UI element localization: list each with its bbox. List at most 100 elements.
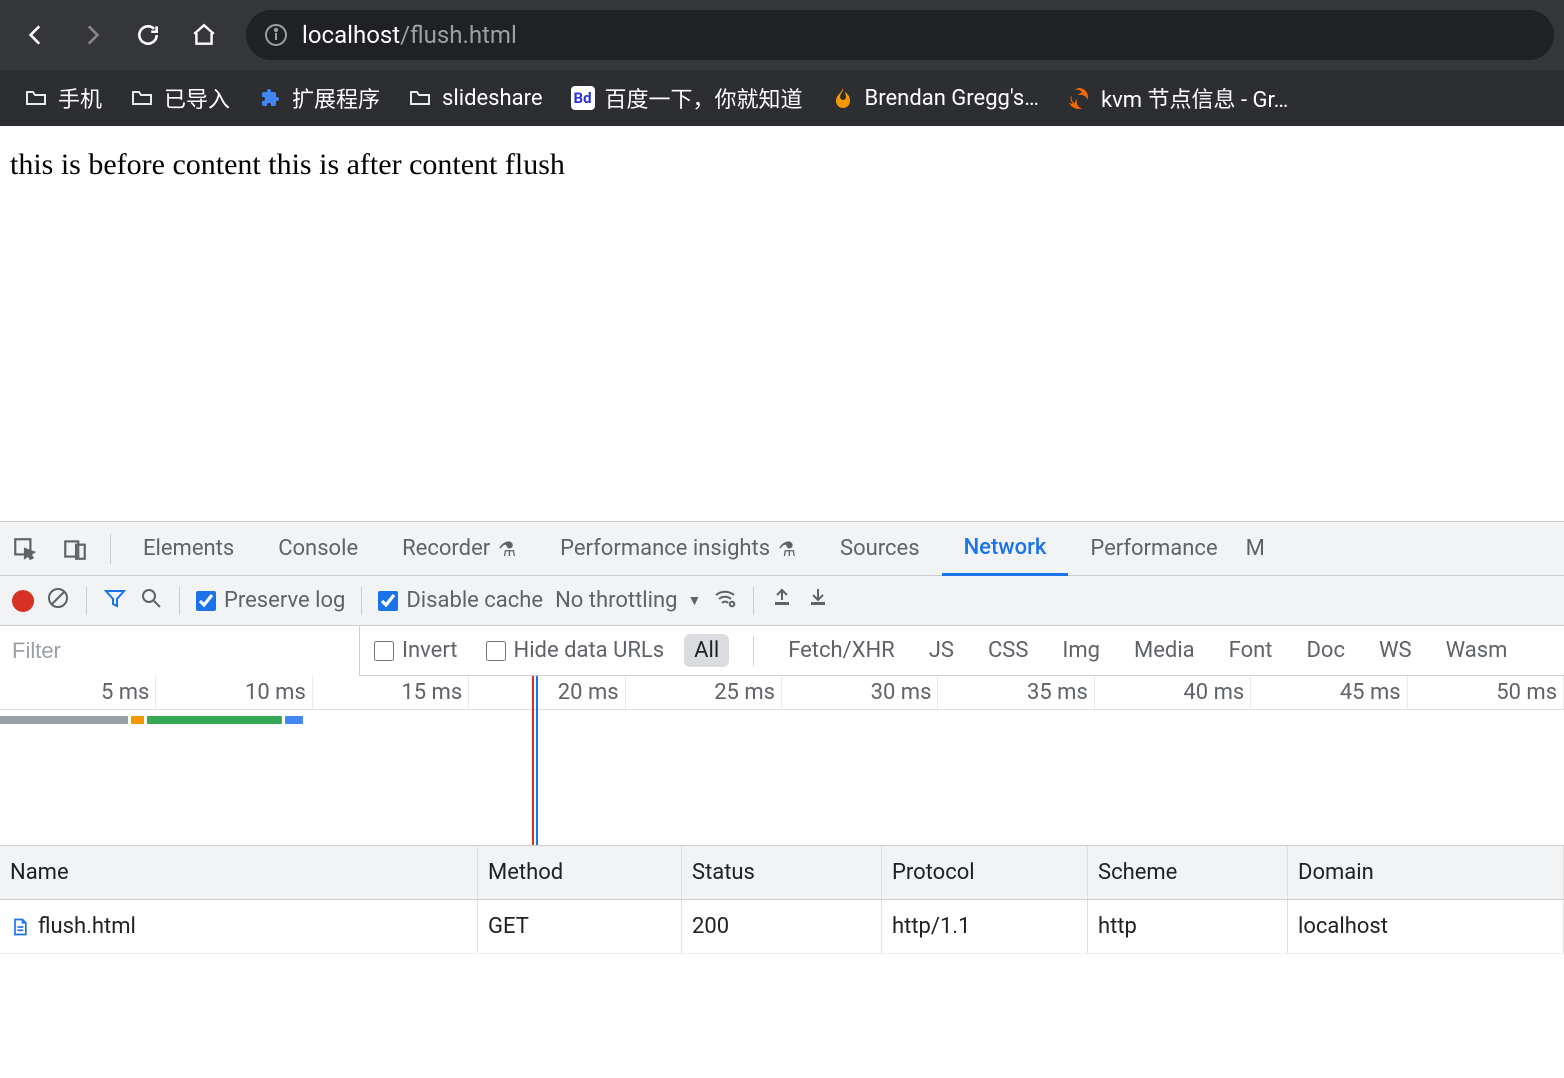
invert-checkbox[interactable]: Invert (360, 638, 472, 663)
tick-label: 50 ms (1496, 680, 1557, 705)
navigation-row: localhost/flush.html (0, 0, 1564, 70)
hide-data-urls-checkbox[interactable]: Hide data URLs (472, 638, 679, 663)
cell-name: flush.html (0, 900, 478, 953)
disable-cache-input[interactable] (378, 591, 398, 611)
network-filter-row: Invert Hide data URLs All Fetch/XHR JS C… (0, 626, 1564, 676)
bookmark-label: slideshare (442, 86, 542, 111)
bookmark-item[interactable]: Bd 百度一下，你就知道 (561, 78, 813, 118)
type-filter-ws[interactable]: WS (1369, 634, 1422, 667)
puzzle-icon (258, 86, 282, 110)
overview-bars (0, 716, 1564, 726)
record-button[interactable] (12, 590, 34, 612)
preserve-log-checkbox[interactable]: Preserve log (196, 588, 345, 613)
search-button[interactable] (139, 586, 163, 616)
tick-label: 45 ms (1340, 680, 1401, 705)
table-row[interactable]: flush.html GET 200 http/1.1 http localho… (0, 900, 1564, 954)
divider (753, 587, 754, 615)
type-filter-wasm[interactable]: Wasm (1436, 634, 1518, 667)
clear-button[interactable] (46, 586, 70, 616)
tab-elements[interactable]: Elements (121, 522, 256, 576)
col-scheme[interactable]: Scheme (1088, 846, 1288, 899)
import-har-button[interactable] (770, 586, 794, 616)
divider (86, 587, 87, 615)
col-protocol[interactable]: Protocol (882, 846, 1088, 899)
bookmark-item[interactable]: 扩展程序 (248, 78, 390, 118)
export-har-button[interactable] (806, 586, 830, 616)
address-bar[interactable]: localhost/flush.html (246, 10, 1554, 60)
type-filter-css[interactable]: CSS (978, 634, 1038, 667)
url-host: localhost (302, 21, 400, 49)
tab-more[interactable]: M (1240, 522, 1271, 576)
bookmarks-bar: 手机 已导入 扩展程序 slideshare Bd 百度一下，你就知道 Bren… (0, 70, 1564, 126)
tick-label: 5 ms (101, 680, 149, 705)
reload-button[interactable] (122, 9, 174, 61)
forward-button[interactable] (66, 9, 118, 61)
tick-label: 10 ms (245, 680, 306, 705)
folder-icon (24, 86, 48, 110)
col-method[interactable]: Method (478, 846, 682, 899)
preserve-log-input[interactable] (196, 591, 216, 611)
bookmark-item[interactable]: Brendan Gregg's… (821, 82, 1049, 115)
back-button[interactable] (10, 9, 62, 61)
grafana-icon (1067, 86, 1091, 110)
type-filter-all[interactable]: All (684, 634, 729, 667)
tab-performance-insights[interactable]: Performance insights⚗ (538, 522, 818, 576)
tab-console[interactable]: Console (256, 522, 380, 576)
inspect-element-button[interactable] (0, 522, 50, 576)
filter-toggle-button[interactable] (103, 586, 127, 616)
device-toolbar-button[interactable] (50, 522, 100, 576)
invert-input[interactable] (374, 641, 394, 661)
tab-performance[interactable]: Performance (1068, 522, 1239, 576)
col-name[interactable]: Name (0, 846, 478, 899)
type-filter-js[interactable]: JS (919, 634, 964, 667)
type-filter-img[interactable]: Img (1052, 634, 1110, 667)
divider (753, 636, 754, 666)
col-status[interactable]: Status (682, 846, 882, 899)
tab-network[interactable]: Network (942, 522, 1069, 576)
folder-icon (130, 86, 154, 110)
table-header: Name Method Status Protocol Scheme Domai… (0, 846, 1564, 900)
document-icon (10, 915, 30, 939)
bookmark-label: 扩展程序 (292, 82, 380, 114)
throttling-select[interactable]: No throttling ▼ (555, 588, 701, 613)
network-conditions-button[interactable] (713, 586, 737, 616)
folder-icon (408, 86, 432, 110)
url-text: localhost/flush.html (302, 21, 517, 49)
devtools-panel: Elements Console Recorder⚗ Performance i… (0, 521, 1564, 1078)
cell-name-text: flush.html (38, 914, 136, 939)
bookmark-label: Brendan Gregg's… (865, 86, 1039, 111)
type-filter-doc[interactable]: Doc (1296, 634, 1355, 667)
bookmark-item[interactable]: slideshare (398, 82, 552, 115)
request-type-filters: All Fetch/XHR JS CSS Img Media Font Doc … (678, 634, 1523, 667)
type-filter-font[interactable]: Font (1219, 634, 1283, 667)
type-filter-media[interactable]: Media (1124, 634, 1205, 667)
hide-data-urls-input[interactable] (486, 641, 506, 661)
url-path: /flush.html (400, 21, 517, 49)
site-info-icon[interactable] (264, 23, 288, 47)
baidu-icon: Bd (571, 86, 595, 110)
divider (110, 534, 111, 564)
bookmark-item[interactable]: 已导入 (120, 78, 240, 118)
bookmark-item[interactable]: 手机 (14, 78, 112, 118)
disable-cache-checkbox[interactable]: Disable cache (378, 588, 543, 613)
divider (361, 587, 362, 615)
tick-label: 15 ms (401, 680, 462, 705)
tab-sources[interactable]: Sources (818, 522, 942, 576)
network-toolbar: Preserve log Disable cache No throttling… (0, 576, 1564, 626)
col-domain[interactable]: Domain (1288, 846, 1564, 899)
overview-ticks: 5 ms 10 ms 15 ms 20 ms 25 ms 30 ms 35 ms… (0, 676, 1564, 710)
bookmark-item[interactable]: kvm 节点信息 - Gr… (1057, 78, 1298, 118)
devtools-tabs: Elements Console Recorder⚗ Performance i… (0, 522, 1564, 576)
tab-recorder[interactable]: Recorder⚗ (380, 522, 538, 576)
overview-bar (0, 716, 128, 724)
browser-chrome: localhost/flush.html 手机 已导入 扩展程序 slidesh… (0, 0, 1564, 126)
network-overview[interactable]: 5 ms 10 ms 15 ms 20 ms 25 ms 30 ms 35 ms… (0, 676, 1564, 846)
tick-label: 35 ms (1027, 680, 1088, 705)
home-button[interactable] (178, 9, 230, 61)
page-content: this is before content this is after con… (0, 126, 1564, 521)
flask-icon: ⚗ (498, 537, 516, 561)
type-filter-fetch-xhr[interactable]: Fetch/XHR (778, 634, 905, 667)
filter-input[interactable] (0, 626, 360, 676)
overview-bar (147, 716, 282, 724)
cell-domain: localhost (1288, 900, 1564, 953)
